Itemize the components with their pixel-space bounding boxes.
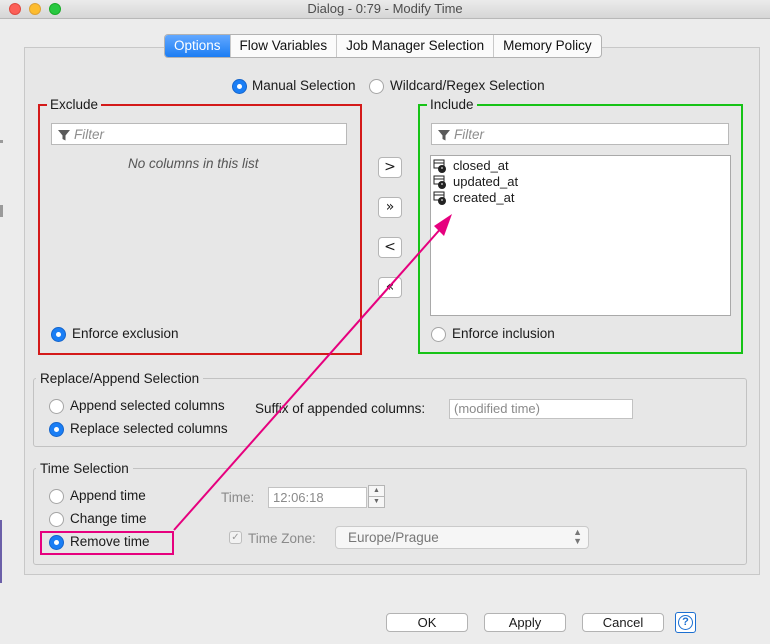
help-icon: ? — [678, 615, 693, 630]
annotation-arrow — [173, 214, 452, 531]
cancel-button[interactable]: Cancel — [582, 613, 664, 632]
help-button[interactable]: ? — [675, 612, 696, 633]
ok-button[interactable]: OK — [386, 613, 468, 632]
apply-button[interactable]: Apply — [484, 613, 566, 632]
